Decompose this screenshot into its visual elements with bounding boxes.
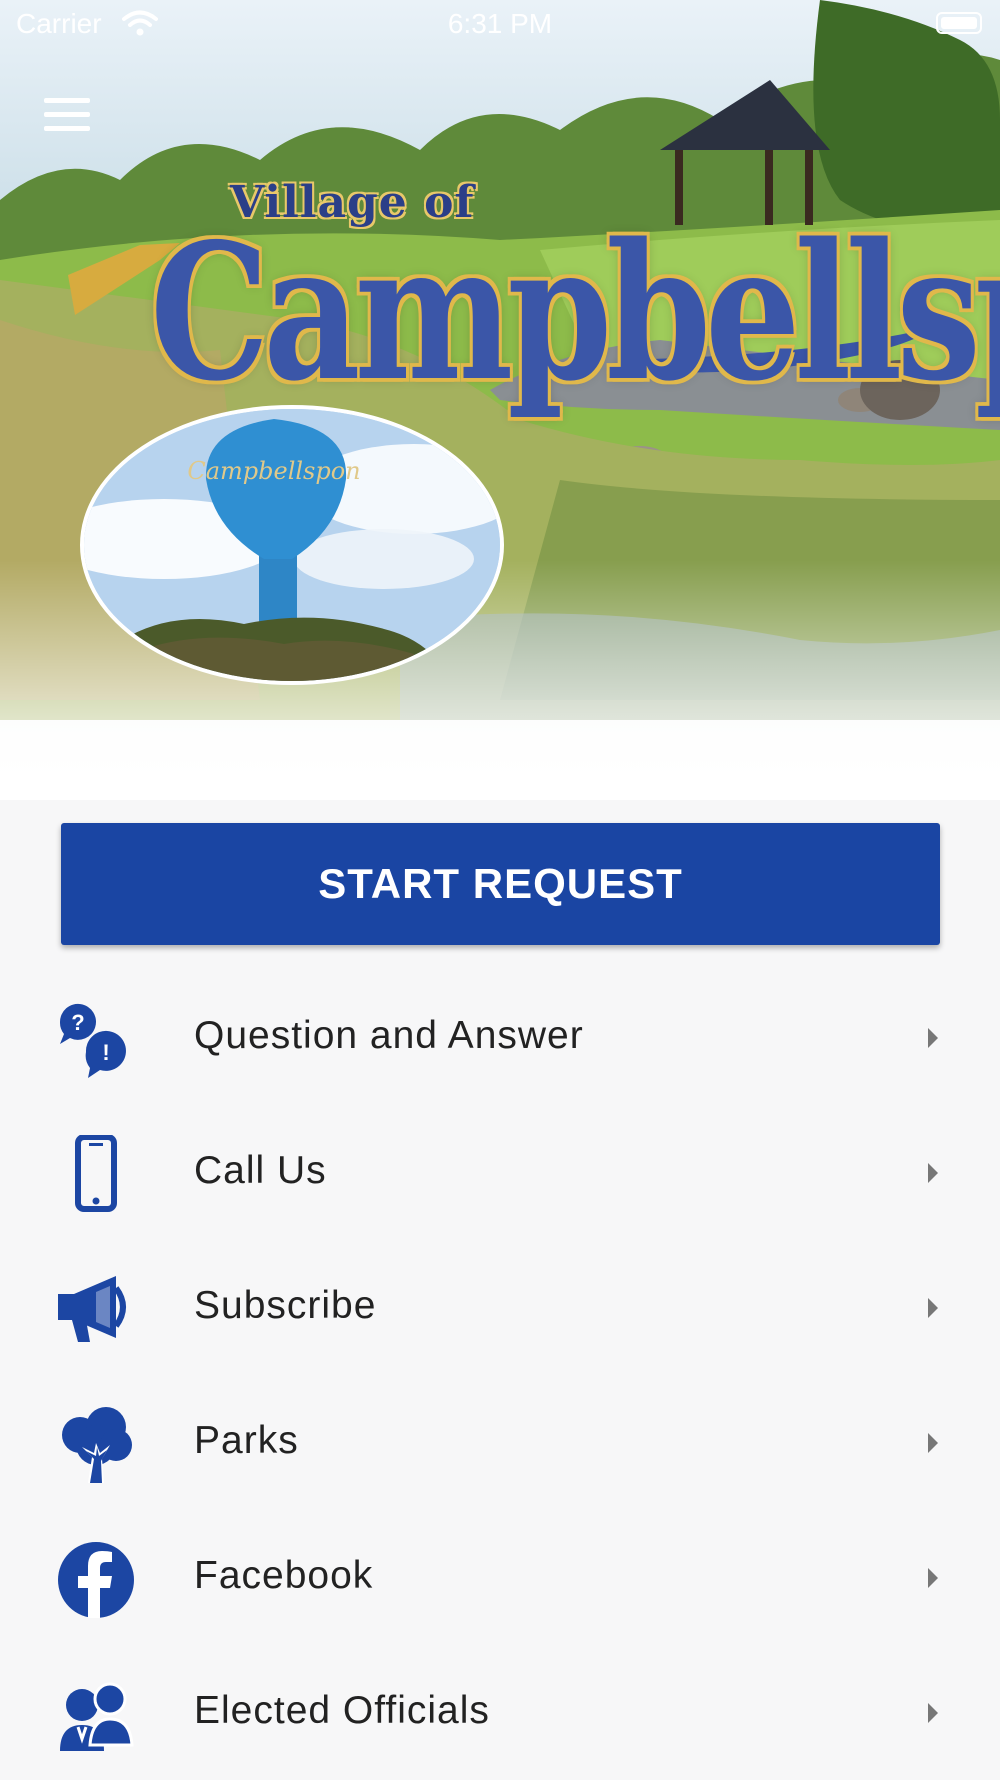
water-tower-photo: Campbellspon bbox=[80, 405, 504, 685]
chevron-right-icon bbox=[928, 1703, 938, 1723]
menu-item-label: Question and Answer bbox=[194, 1014, 584, 1057]
menu-item-label: Call Us bbox=[194, 1149, 327, 1192]
tree-icon bbox=[62, 1407, 132, 1483]
menu-item-parks[interactable]: Parks bbox=[0, 1375, 1000, 1510]
hamburger-menu-icon[interactable] bbox=[44, 98, 90, 134]
facebook-icon bbox=[58, 1542, 134, 1618]
menu-item-label: Facebook bbox=[194, 1554, 374, 1597]
water-tower-caption: Campbellspon bbox=[187, 457, 360, 485]
svg-text:!: ! bbox=[102, 1040, 109, 1065]
menu-item-subscribe[interactable]: Subscribe bbox=[0, 1240, 1000, 1375]
battery-icon bbox=[936, 12, 982, 34]
menu-item-elected-officials[interactable]: Elected Officials bbox=[0, 1645, 1000, 1780]
chevron-right-icon bbox=[928, 1298, 938, 1318]
phone-icon bbox=[75, 1135, 117, 1212]
menu-list: ? ! Question and Answer Call Us Subscrib… bbox=[0, 970, 1000, 1780]
svg-text:?: ? bbox=[71, 1010, 84, 1035]
menu-item-call-us[interactable]: Call Us bbox=[0, 1105, 1000, 1240]
status-time: 6:31 PM bbox=[447, 8, 553, 39]
menu-item-label: Elected Officials bbox=[194, 1689, 490, 1732]
menu-item-label: Subscribe bbox=[194, 1284, 377, 1327]
village-logo: Village of Campbellsport bbox=[60, 165, 1000, 423]
chevron-right-icon bbox=[928, 1028, 938, 1048]
hero-header: Carrier 6:31 PM Village of Campbellsport… bbox=[0, 0, 1000, 800]
megaphone-icon bbox=[58, 1276, 126, 1342]
status-bar: Carrier 6:31 PM bbox=[0, 0, 1000, 50]
chevron-right-icon bbox=[928, 1568, 938, 1588]
menu-item-label: Parks bbox=[194, 1419, 299, 1462]
chevron-right-icon bbox=[928, 1433, 938, 1453]
start-request-button[interactable]: START REQUEST bbox=[61, 823, 940, 945]
menu-item-facebook[interactable]: Facebook bbox=[0, 1510, 1000, 1645]
officials-icon bbox=[60, 1682, 134, 1751]
menu-item-question-and-answer[interactable]: ? ! Question and Answer bbox=[0, 970, 1000, 1105]
logo-line2: Campbellsport bbox=[150, 203, 1000, 423]
chevron-right-icon bbox=[928, 1163, 938, 1183]
question-answer-icon: ? ! bbox=[59, 1003, 126, 1078]
water-tower-image: Campbellspon bbox=[84, 409, 500, 681]
